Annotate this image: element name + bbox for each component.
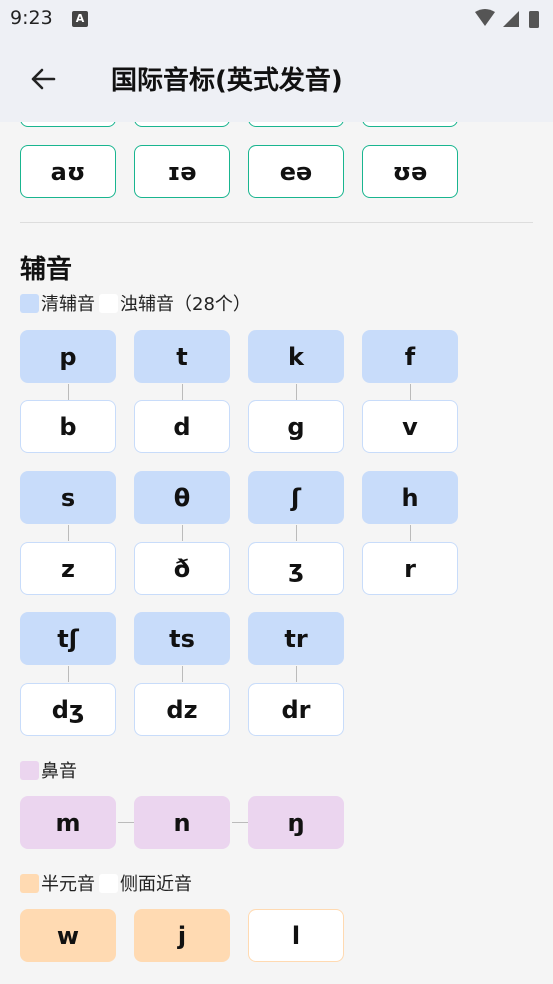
nasal-connector — [118, 822, 134, 823]
lateral-label: 侧面近音 — [120, 874, 192, 895]
semivowel-key[interactable]: w — [20, 909, 116, 962]
pair-connector — [68, 666, 69, 682]
nasal-legend: 鼻音 — [20, 757, 77, 783]
nasal-key[interactable]: ŋ — [248, 796, 344, 849]
consonant-key[interactable]: tr — [248, 612, 344, 665]
status-icons — [475, 9, 539, 28]
vowel-key[interactable]: ɪə — [134, 145, 230, 198]
voiced-swatch — [99, 293, 118, 313]
pair-connector — [410, 384, 411, 400]
consonant-key[interactable]: b — [20, 400, 116, 453]
consonant-key[interactable]: s — [20, 471, 116, 524]
vowel-key[interactable]: ʊə — [362, 145, 458, 198]
consonant-key[interactable]: ʃ — [248, 471, 344, 524]
voiceless-label: 清辅音 — [41, 294, 95, 315]
semivowel-swatch — [20, 873, 39, 893]
semivowel-key[interactable]: j — [134, 909, 230, 962]
nasal-swatch — [20, 760, 39, 780]
nasal-key[interactable]: n — [134, 796, 230, 849]
consonant-key[interactable]: v — [362, 400, 458, 453]
consonant-key[interactable]: h — [362, 471, 458, 524]
pair-connector — [182, 525, 183, 541]
consonant-key[interactable]: ʒ — [248, 542, 344, 595]
pair-connector — [182, 666, 183, 682]
consonants-heading: 辅音 — [20, 255, 73, 285]
pair-connector — [410, 525, 411, 541]
approximant-legend: 半元音 侧面近音 — [20, 870, 192, 896]
page-title: 国际音标(英式发音) — [111, 66, 343, 96]
consonant-key[interactable]: dr — [248, 683, 344, 736]
consonant-key[interactable]: k — [248, 330, 344, 383]
pair-connector — [68, 384, 69, 400]
signal-icon — [503, 11, 519, 27]
nasal-key[interactable]: m — [20, 796, 116, 849]
pair-connector — [68, 525, 69, 541]
vowel-key[interactable]: eə — [248, 145, 344, 198]
status-bar: 9:23 A — [0, 0, 553, 38]
consonant-key[interactable]: θ — [134, 471, 230, 524]
nasal-connector — [232, 822, 248, 823]
status-time: 9:23 — [10, 7, 53, 29]
consonant-key[interactable]: z — [20, 542, 116, 595]
voiceless-swatch — [20, 293, 39, 313]
pair-connector — [296, 384, 297, 400]
consonant-key[interactable]: ts — [134, 612, 230, 665]
notification-icon: A — [72, 11, 88, 27]
back-arrow-icon[interactable] — [28, 64, 58, 94]
consonant-key[interactable]: g — [248, 400, 344, 453]
consonant-key[interactable]: d — [134, 400, 230, 453]
voiced-label: 浊辅音（28个） — [120, 294, 251, 315]
consonant-key[interactable]: dz — [134, 683, 230, 736]
pair-connector — [296, 666, 297, 682]
pair-connector — [296, 525, 297, 541]
lateral-swatch — [99, 873, 118, 893]
vowel-key[interactable]: aʊ — [20, 145, 116, 198]
consonant-key[interactable]: dʒ — [20, 683, 116, 736]
semivowel-label: 半元音 — [41, 874, 95, 895]
consonant-key[interactable]: r — [362, 542, 458, 595]
section-divider — [20, 222, 533, 223]
consonant-key[interactable]: ð — [134, 542, 230, 595]
lateral-key[interactable]: l — [248, 909, 344, 962]
consonant-key[interactable]: tʃ — [20, 612, 116, 665]
wifi-icon — [475, 9, 495, 26]
consonant-legend: 清辅音 浊辅音（28个） — [20, 290, 251, 316]
battery-icon — [529, 11, 539, 28]
consonant-key[interactable]: t — [134, 330, 230, 383]
pair-connector — [182, 384, 183, 400]
consonant-key[interactable]: f — [362, 330, 458, 383]
nasal-label: 鼻音 — [41, 761, 77, 782]
consonant-key[interactable]: p — [20, 330, 116, 383]
